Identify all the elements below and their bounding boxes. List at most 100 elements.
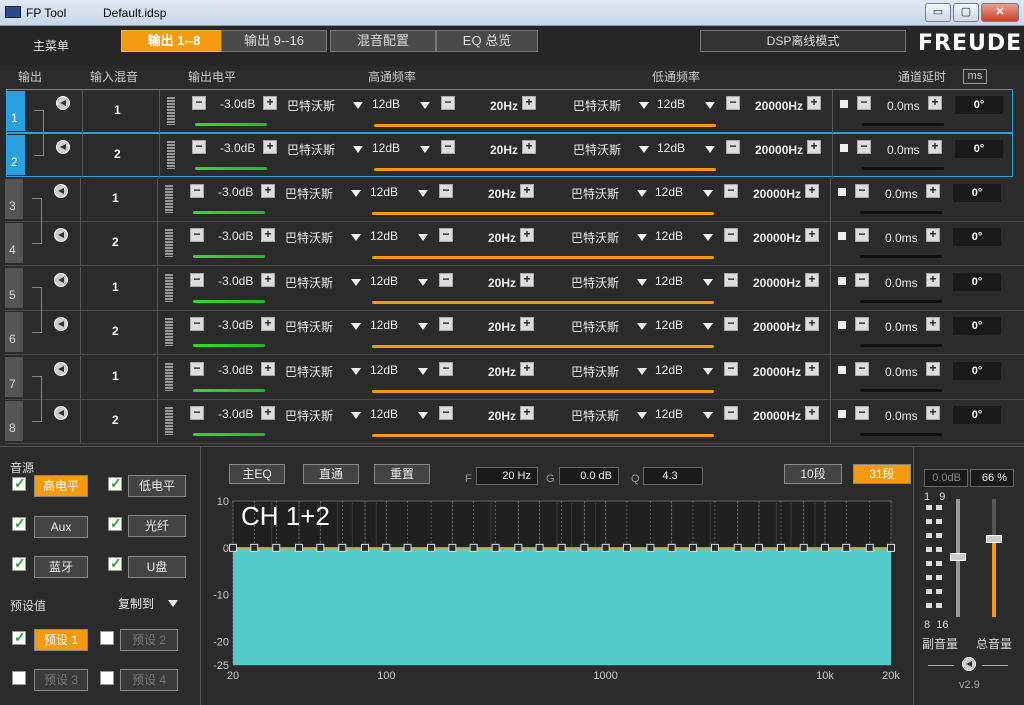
phase-value[interactable]: 0° xyxy=(953,317,1001,335)
phase-value[interactable]: 0° xyxy=(955,140,1003,158)
eq-band-point[interactable] xyxy=(842,543,851,552)
tab-output-9-16[interactable]: 输出 9--16 xyxy=(221,30,327,52)
source-aux-button[interactable]: Aux xyxy=(34,516,88,538)
input-mix-value[interactable]: 2 xyxy=(112,235,119,249)
hp-freq-value[interactable]: 20Hz xyxy=(488,409,516,423)
level-minus-button[interactable]: − xyxy=(190,273,204,287)
gain-field[interactable]: 0.0 dB xyxy=(559,467,619,485)
hp-plus-button[interactable]: + xyxy=(520,317,534,331)
copy-to-select[interactable]: 复制到 xyxy=(118,595,184,615)
eq-band-point[interactable] xyxy=(646,543,655,552)
lp-slope-select[interactable]: 12dB xyxy=(655,363,721,381)
level-bar[interactable] xyxy=(193,211,265,214)
q-field[interactable]: 4.3 xyxy=(643,467,703,485)
delay-minus-button[interactable]: − xyxy=(857,140,871,154)
lp-plus-button[interactable]: + xyxy=(805,362,819,376)
input-mix-value[interactable]: 1 xyxy=(114,103,121,117)
level-plus-button[interactable]: + xyxy=(261,317,275,331)
phase-value[interactable]: 0° xyxy=(955,96,1003,114)
hp-slope-select[interactable]: 12dB xyxy=(370,318,436,336)
delay-minus-button[interactable]: − xyxy=(855,228,869,242)
lp-freq-value[interactable]: 20000Hz xyxy=(753,276,801,290)
hp-slope-select[interactable]: 12dB xyxy=(370,407,436,425)
delay-bar[interactable] xyxy=(862,167,944,170)
delay-plus-button[interactable]: + xyxy=(926,317,940,331)
level-value[interactable]: -3.0dB xyxy=(218,363,253,377)
hp-plus-button[interactable]: + xyxy=(520,184,534,198)
level-value[interactable]: -3.0dB xyxy=(218,318,253,332)
main-eq-button[interactable]: 主EQ xyxy=(229,464,285,484)
input-mix-value[interactable]: 1 xyxy=(112,191,119,205)
mute-speaker-icon[interactable] xyxy=(56,140,70,154)
eq-band-point[interactable] xyxy=(557,543,566,552)
level-plus-button[interactable]: + xyxy=(261,406,275,420)
filter-range-bar[interactable] xyxy=(372,212,714,215)
lp-plus-button[interactable]: + xyxy=(805,184,819,198)
delay-bar[interactable] xyxy=(860,344,942,347)
eq-band-point[interactable] xyxy=(535,543,544,552)
eq-band-point[interactable] xyxy=(514,543,523,552)
eq-band-point[interactable] xyxy=(361,543,370,552)
eq-band-point[interactable] xyxy=(733,543,742,552)
level-bar[interactable] xyxy=(193,344,265,347)
eq-band-point[interactable] xyxy=(688,543,697,552)
phase-value[interactable]: 0° xyxy=(953,362,1001,380)
preset-3-button[interactable]: 预设 3 xyxy=(34,669,88,691)
input-mix-value[interactable]: 1 xyxy=(112,369,119,383)
delay-bar[interactable] xyxy=(860,300,942,303)
delay-bar[interactable] xyxy=(862,123,944,126)
mute-speaker-icon[interactable] xyxy=(962,657,976,671)
level-value[interactable]: -3.0dB xyxy=(220,97,255,111)
channel-number[interactable]: 5 xyxy=(5,268,23,308)
source-optical-checkbox[interactable] xyxy=(108,515,122,532)
hp-type-select[interactable]: 巴特沃斯 xyxy=(287,141,369,159)
source-usb-checkbox[interactable] xyxy=(108,555,122,572)
lp-slope-select[interactable]: 12dB xyxy=(657,141,723,159)
tab-mix-config[interactable]: 混音配置 xyxy=(330,30,436,52)
hp-minus-button[interactable]: − xyxy=(441,96,455,110)
hp-plus-button[interactable]: + xyxy=(520,362,534,376)
level-minus-button[interactable]: − xyxy=(192,96,206,110)
level-minus-button[interactable]: − xyxy=(190,362,204,376)
filter-range-bar[interactable] xyxy=(372,301,714,304)
preset-1-button[interactable]: 预设 1 xyxy=(34,629,88,651)
delay-enable-checkbox[interactable] xyxy=(838,410,846,418)
mute-speaker-icon[interactable] xyxy=(54,317,68,331)
filter-range-bar[interactable] xyxy=(372,390,714,393)
tab-output-1-8[interactable]: 输出 1--8 xyxy=(121,30,227,52)
filter-range-bar[interactable] xyxy=(374,124,716,127)
hp-freq-value[interactable]: 20Hz xyxy=(490,143,518,157)
lp-minus-button[interactable]: − xyxy=(724,362,738,376)
lp-freq-value[interactable]: 20000Hz xyxy=(755,143,803,157)
hp-plus-button[interactable]: + xyxy=(522,96,536,110)
level-value[interactable]: -3.0dB xyxy=(218,229,253,243)
eq-curve-chart[interactable]: CH 1+2100-10-20-2520 100 1000 10k 20k xyxy=(201,495,915,701)
delay-value[interactable]: 0.0ms xyxy=(885,320,918,334)
lp-freq-value[interactable]: 20000Hz xyxy=(755,99,803,113)
eq-band-point[interactable] xyxy=(338,543,347,552)
lp-minus-button[interactable]: − xyxy=(726,140,740,154)
hp-slope-select[interactable]: 12dB xyxy=(370,229,436,247)
hp-minus-button[interactable]: − xyxy=(439,362,453,376)
delay-plus-button[interactable]: + xyxy=(926,273,940,287)
level-bar[interactable] xyxy=(195,167,267,170)
delay-value[interactable]: 0.0ms xyxy=(887,99,920,113)
source-aux-checkbox[interactable] xyxy=(12,515,26,532)
delay-plus-button[interactable]: + xyxy=(926,362,940,376)
lp-slope-select[interactable]: 12dB xyxy=(657,97,723,115)
volume-db-field[interactable]: 0.0dB xyxy=(924,469,968,487)
lp-slope-select[interactable]: 12dB xyxy=(655,229,721,247)
eq-band-point[interactable] xyxy=(776,543,785,552)
input-mix-value[interactable]: 2 xyxy=(112,324,119,338)
eq-band-point[interactable] xyxy=(295,543,304,552)
preset-3-checkbox[interactable] xyxy=(12,671,26,685)
lp-minus-button[interactable]: − xyxy=(726,96,740,110)
input-mix-value[interactable]: 2 xyxy=(112,413,119,427)
volume-percent-field[interactable]: 66 % xyxy=(970,469,1014,487)
lp-type-select[interactable]: 巴特沃斯 xyxy=(573,97,655,115)
hp-minus-button[interactable]: − xyxy=(439,317,453,331)
hp-minus-button[interactable]: − xyxy=(439,273,453,287)
delay-value[interactable]: 0.0ms xyxy=(885,276,918,290)
channel-number[interactable]: 2 xyxy=(7,135,25,175)
filter-range-bar[interactable] xyxy=(372,256,714,259)
